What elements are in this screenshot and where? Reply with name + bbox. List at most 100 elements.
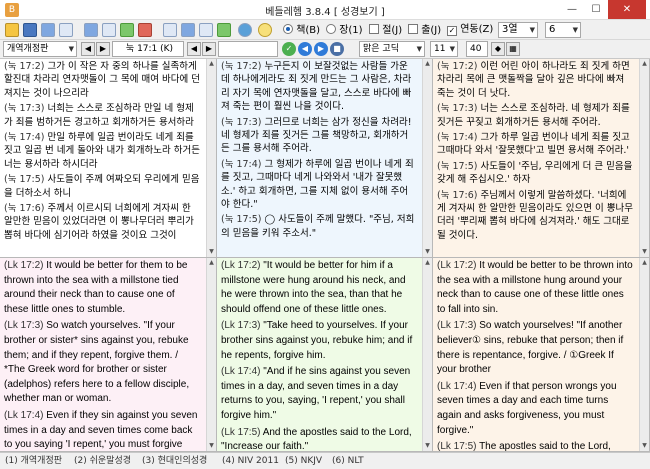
check-linked[interactable]: ✓ 연동(Z) (447, 24, 493, 36)
line-height-input[interactable]: 40 (466, 41, 488, 57)
main-toolbar: 책(B) 장(1) 절(J) 출(J) ✓ 연동(Z) 3열 ▼ 6 ▼ (0, 20, 650, 40)
scroll-down-icon[interactable]: ▼ (423, 441, 432, 451)
verse-item[interactable]: (Lk 17:4) Even if that person wrongs you… (437, 380, 633, 438)
paste-icon[interactable] (199, 23, 213, 37)
scroll-up-icon[interactable]: ▲ (423, 59, 432, 69)
verse-item[interactable]: (눅 17:4) 그가 하루 일곱 번이나 네게 죄를 짓고 그때마다 와서 '… (437, 131, 633, 158)
pane-5-scrollbar[interactable]: ▲ ▼ (422, 258, 432, 451)
radio-chapter[interactable]: 장(1) (326, 24, 363, 37)
maximize-button[interactable]: ☐ (584, 0, 608, 19)
verse-item[interactable]: (눅 17:3) 너희는 스스로 조심하라 만일 네 형제가 죄를 범하거든 경… (4, 102, 200, 129)
pane-3[interactable]: (눅 17:2) 이런 어린 아이 하나라도 죄 짓게 하면 차라리 목에 큰 … (433, 59, 650, 258)
scroll-down-icon[interactable]: ▼ (207, 441, 216, 451)
verse-item[interactable]: (눅 17:4) 그 형제가 하루에 일곱 번이나 네게 죄를 짓고, 그때마다… (221, 158, 416, 212)
pane-2[interactable]: (눅 17:2) 누구든지 이 보잘것없는 사람들 가운데 하나에게라도 죄 짓… (217, 59, 433, 258)
window-title: 베들레헴 3.8.4 [ 성경보기 ] (265, 7, 385, 18)
verse-item[interactable]: (눅 17:5) ◯ 사도들이 주께 말했다. "주님, 저희의 믿음을 키워 … (221, 213, 416, 240)
book-icon[interactable] (5, 23, 19, 37)
font-select[interactable]: 맑은 고딕 ▼ (359, 41, 425, 57)
forward-icon[interactable]: ▶ (314, 42, 328, 56)
print-preview-icon[interactable] (41, 23, 55, 37)
go-icon[interactable]: ✓ (282, 42, 296, 56)
search-input[interactable] (218, 41, 278, 57)
pane-2-scrollbar[interactable]: ▲ ▼ (422, 59, 432, 257)
scroll-down-icon[interactable]: ▼ (423, 247, 432, 257)
verse-item[interactable]: (눅 17:2) 이런 어린 아이 하나라도 죄 짓게 하면 차라리 목에 큰 … (437, 60, 633, 100)
verse-item[interactable]: (Lk 17:4) Even if they sin against you s… (4, 409, 200, 451)
scroll-up-icon[interactable]: ▲ (207, 59, 216, 69)
version-select[interactable]: 개역개정판 ▼ (3, 41, 77, 57)
verse-item[interactable]: (눅 17:6) 주께서 이르시되 너희에게 겨자씨 한 알만한 믿음이 있었더… (4, 202, 200, 242)
copy-icon[interactable] (84, 23, 98, 37)
bookmark-icon[interactable] (138, 23, 152, 37)
pane-5[interactable]: (Lk 17:2) "It would be better for him if… (217, 258, 433, 452)
back-icon[interactable]: ◀ (298, 42, 312, 56)
verse-item[interactable]: (눅 17:5) 사도들이 주께 여짜오되 우리에게 믿음을 더하소서 하니 (4, 173, 200, 200)
pane-1-scrollbar[interactable]: ▲ ▼ (206, 59, 216, 257)
verse-item[interactable]: (Lk 17:2) It would be better for them to… (4, 259, 200, 317)
copy-text-icon[interactable] (102, 23, 116, 37)
verse-item[interactable]: (눅 17:2) 누구든지 이 보잘것없는 사람들 가운데 하나에게라도 죄 짓… (221, 60, 416, 114)
verse-item[interactable]: (눅 17:3) 그러므로 너희는 삼가 정신을 차려라! 네 형제가 죄를 짓… (221, 116, 416, 156)
minimize-button[interactable]: — (560, 0, 584, 19)
verse-item[interactable]: (눅 17:6) 주님께서 이렇게 말씀하셨다. '너희에게 겨자씨 한 알만한… (437, 189, 633, 243)
bulb-icon[interactable] (258, 23, 272, 37)
compare-icon[interactable] (120, 23, 134, 37)
verse-item[interactable]: (Lk 17:3) So watch yourselves! "If anoth… (437, 319, 633, 377)
font-size-select[interactable]: 11 ▼ (430, 41, 458, 57)
next-book-button[interactable]: ▶ (96, 42, 110, 56)
prev-chapter-button[interactable]: ◀ (187, 42, 201, 56)
scroll-up-icon[interactable]: ▲ (423, 258, 432, 268)
chevron-down-icon: ▼ (529, 26, 535, 34)
save-icon[interactable] (23, 23, 37, 37)
radio-book[interactable]: 책(B) (283, 24, 320, 37)
pane-6-scrollbar[interactable]: ▲ ▼ (639, 258, 649, 451)
pane-3-scrollbar[interactable]: ▲ ▼ (639, 59, 649, 257)
stop-icon[interactable]: ■ (330, 42, 344, 56)
verse-ref: (Lk 17:5) (221, 426, 261, 438)
verse-item[interactable]: (Lk 17:2) It would be better to be throw… (437, 259, 633, 317)
status-bar: (1) 개역개정판 (2) 쉬운말성경 (3) 현대인의성경 (4) NIV 2… (0, 452, 650, 469)
scroll-down-icon[interactable]: ▼ (207, 247, 216, 257)
verse-item[interactable]: (Lk 17:5) The apostles said to the Lord,… (437, 440, 633, 451)
prev-book-button[interactable]: ◀ (81, 42, 95, 56)
pane-1[interactable]: (눅 17:2) 그가 이 작은 자 중의 하나를 실족하게 할진대 차라리 연… (0, 59, 217, 258)
reference-box[interactable]: 눅 17:1 (K) (112, 41, 184, 57)
scroll-up-icon[interactable]: ▲ (207, 258, 216, 268)
copy-verse-icon[interactable] (163, 23, 177, 37)
pane-6[interactable]: (Lk 17:2) It would be better to be throw… (433, 258, 650, 452)
column-select[interactable]: 3열 ▼ (498, 22, 538, 38)
next-chapter-button[interactable]: ▶ (202, 42, 216, 56)
print-icon[interactable] (59, 23, 73, 37)
radio-chapter-label: 장(1) (339, 25, 363, 36)
verse-ref: (Lk 17:2) (221, 260, 261, 271)
verse-item[interactable]: (Lk 17:2) "It would be better for him if… (221, 259, 416, 317)
check-verse[interactable]: 절(J) (369, 24, 402, 37)
scroll-down-icon[interactable]: ▼ (640, 247, 649, 257)
verse-item[interactable]: (Lk 17:3) "Take heed to yourselves. If y… (221, 319, 416, 363)
verse-item[interactable]: (눅 17:4) 만일 하루에 일곱 번이라도 네게 죄를 짓고 일곱 번 네게… (4, 131, 200, 171)
scroll-down-icon[interactable]: ▼ (640, 441, 649, 451)
scroll-up-icon[interactable]: ▲ (640, 258, 649, 268)
export-icon[interactable] (217, 23, 231, 37)
pane-4-scrollbar[interactable]: ▲ ▼ (206, 258, 216, 451)
verse-item[interactable]: (Lk 17:3) So watch yourselves. "If your … (4, 319, 200, 407)
verse-item[interactable]: (눅 17:5) 사도들이 '주님, 우리에게 더 큰 믿음을 갖게 해 주십시… (437, 160, 633, 187)
status-version-6: (6) NLT (332, 456, 364, 466)
format-button[interactable]: ◆ (491, 42, 505, 56)
verse-item[interactable]: (눅 17:2) 그가 이 작은 자 중의 하나를 실족하게 할진대 차라리 연… (4, 60, 200, 100)
verse-item[interactable]: (Lk 17:4) "And if he sins against you se… (221, 365, 416, 423)
row-select[interactable]: 6 ▼ (545, 22, 581, 38)
verse-item[interactable]: (눅 17:3) 너는 스스로 조심하라. 네 형제가 죄를 짓거든 꾸짖고 회… (437, 102, 633, 129)
scroll-up-icon[interactable]: ▲ (640, 59, 649, 69)
check-together[interactable]: 출(J) (408, 24, 441, 37)
status-version-1: (1) 개역개정판 (5, 456, 63, 466)
close-button[interactable]: ✕ (608, 0, 646, 19)
verse-item[interactable]: (Lk 17:5) And the apostles said to the L… (221, 426, 416, 451)
verse-ref: (눅 17:5) (221, 214, 262, 226)
window-icon[interactable] (181, 23, 195, 37)
globe-icon[interactable] (238, 23, 252, 37)
pane-1-content: (눅 17:2) 그가 이 작은 자 중의 하나를 실족하게 할진대 차라리 연… (0, 59, 206, 244)
pane-4[interactable]: (Lk 17:2) It would be better for them to… (0, 258, 217, 452)
list-button[interactable]: ▦ (506, 42, 520, 56)
